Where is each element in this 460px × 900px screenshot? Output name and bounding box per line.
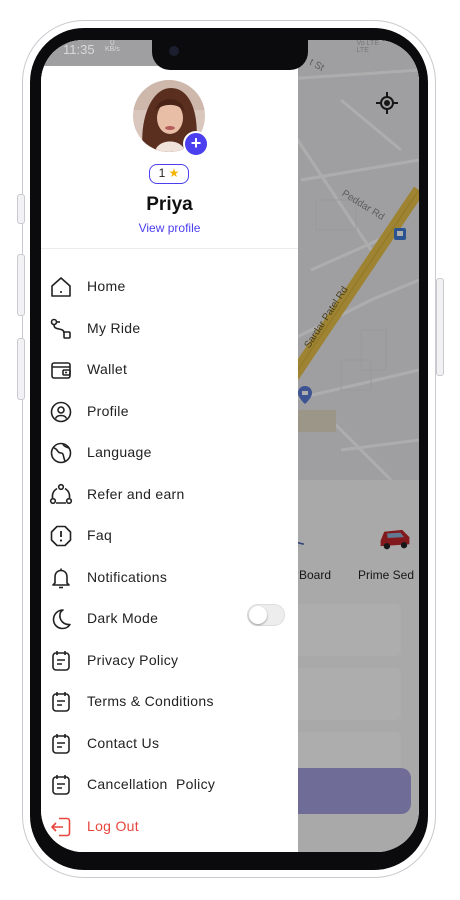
logout-icon: [51, 817, 71, 837]
bell-icon: [52, 568, 70, 589]
menu-label: Wallet: [87, 361, 128, 377]
menu-item-terms-conditions[interactable]: Terms & Conditions: [49, 687, 289, 717]
toggle-knob: [249, 606, 267, 624]
document-icon: [52, 775, 70, 795]
rating-badge: 1 ★: [149, 164, 189, 184]
menu-label: Terms & Conditions: [87, 693, 214, 709]
share-network-icon: [49, 483, 73, 505]
menu-item-refer-and-earn[interactable]: Refer and earn: [49, 480, 289, 510]
user-name: Priya: [146, 194, 193, 215]
status-network-type: Vo LTE LTE: [357, 40, 379, 54]
moon-icon: [52, 609, 71, 630]
menu-item-language[interactable]: Language: [49, 438, 289, 468]
menu-item-cancellation-policy[interactable]: Cancellation Policy: [49, 770, 289, 800]
status-time: 11:35: [63, 42, 95, 57]
document-icon: [52, 651, 70, 671]
menu-label: Profile: [87, 403, 129, 419]
menu-item-log-out[interactable]: Log Out: [49, 812, 289, 842]
globe-icon: [50, 442, 72, 464]
menu-label: My Ride: [87, 320, 141, 336]
document-icon: [52, 734, 70, 754]
dark-mode-toggle[interactable]: [247, 604, 285, 626]
menu-item-notifications[interactable]: Notifications: [49, 563, 289, 593]
status-network-speed: 0 KB/s: [105, 40, 120, 53]
network-speed-unit: KB/s: [105, 46, 120, 53]
menu-item-faq[interactable]: Faq: [49, 521, 289, 551]
navigation-drawer: + 1 ★ Priya View profile Home My Ride Wa…: [41, 66, 298, 852]
menu-item-privacy-policy[interactable]: Privacy Policy: [49, 646, 289, 676]
menu-label: Refer and earn: [87, 486, 185, 502]
front-camera-icon: [169, 46, 179, 56]
add-photo-button[interactable]: +: [183, 131, 209, 157]
menu-label: Language: [87, 444, 152, 460]
network-type-1: Vo LTE: [356, 40, 379, 47]
alert-circle-icon: [50, 525, 72, 547]
network-type-2: LTE: [356, 47, 369, 54]
route-icon: [50, 318, 71, 339]
menu-item-profile[interactable]: Profile: [49, 397, 289, 427]
wallet-icon: [51, 362, 71, 379]
screen: t St Peddar Rd Sardar Patel Rd Board Pri…: [41, 40, 419, 852]
divider: [41, 248, 298, 249]
menu-label: Cancellation Policy: [87, 776, 216, 792]
view-profile-link[interactable]: View profile: [41, 221, 298, 235]
menu-item-home[interactable]: Home: [49, 272, 289, 302]
star-icon: ★: [168, 166, 180, 180]
home-icon: [51, 277, 71, 297]
menu-label: Dark Mode: [87, 610, 159, 626]
side-button-volume-down: [17, 338, 25, 400]
phone-notch: [152, 40, 308, 70]
menu-label: Privacy Policy: [87, 652, 179, 668]
menu-item-contact-us[interactable]: Contact Us: [49, 729, 289, 759]
side-button-power: [436, 278, 444, 376]
menu-label: Log Out: [87, 818, 139, 834]
menu-item-wallet[interactable]: Wallet: [49, 355, 289, 385]
menu-label: Home: [87, 278, 126, 294]
menu-item-my-ride[interactable]: My Ride: [49, 314, 289, 344]
side-button-volume-up: [17, 254, 25, 316]
menu-label: Faq: [87, 527, 113, 543]
side-button-mute: [17, 194, 25, 224]
menu-label: Contact Us: [87, 735, 160, 751]
document-icon: [52, 692, 70, 712]
user-circle-icon: [50, 401, 72, 423]
rating-value: 1: [158, 166, 166, 180]
menu-label: Notifications: [87, 569, 168, 585]
